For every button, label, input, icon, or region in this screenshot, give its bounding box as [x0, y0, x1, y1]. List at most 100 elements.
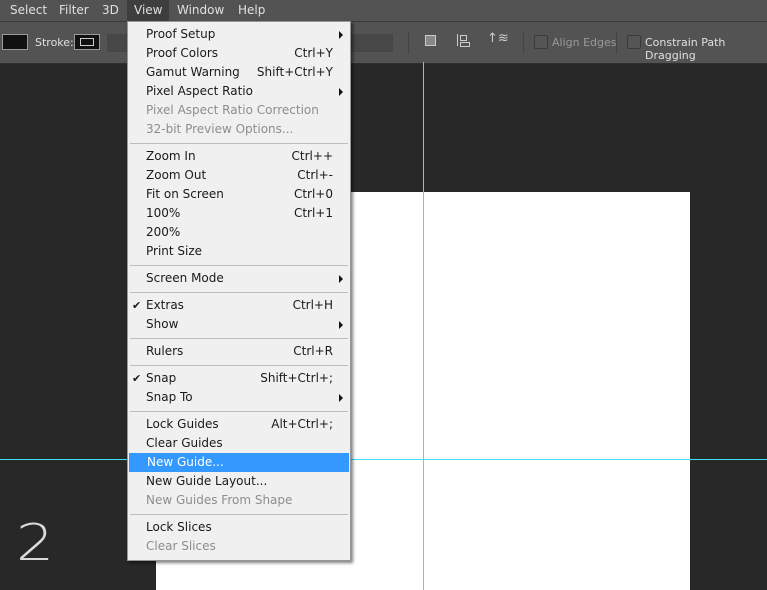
- menu-item-label: 32-bit Preview Options...: [146, 122, 294, 136]
- menu-item-label: New Guide Layout...: [146, 474, 268, 488]
- submenu-arrow-icon: [339, 31, 343, 39]
- menu-item-label: Extras: [146, 298, 184, 312]
- submenu-arrow-icon: [339, 275, 343, 283]
- menu-item-snap[interactable]: Snap Shift+Ctrl+; ✔: [128, 369, 350, 388]
- menu-item-new-guides-from-shape: New Guides From Shape: [128, 491, 350, 510]
- menu-item-fit-on-screen[interactable]: Fit on Screen Ctrl+0: [128, 185, 350, 204]
- menu-item-pixel-aspect-ratio-correction: Pixel Aspect Ratio Correction: [128, 101, 350, 120]
- menu-help[interactable]: Help: [238, 3, 265, 17]
- menu-item-label: Fit on Screen: [146, 187, 224, 201]
- menu-item-label: Zoom In: [146, 149, 196, 163]
- menu-item-label: Snap To: [146, 390, 193, 404]
- shortcut-label: Ctrl+Y: [294, 46, 333, 60]
- menu-bar: Select Filter 3D View Window Help: [0, 0, 767, 21]
- menu-filter[interactable]: Filter: [59, 3, 89, 17]
- stroke-swatch[interactable]: [74, 34, 100, 50]
- menu-item-label: Pixel Aspect Ratio: [146, 84, 253, 98]
- menu-item-label: New Guide...: [147, 455, 224, 469]
- menu-item-pixel-aspect-ratio[interactable]: Pixel Aspect Ratio: [128, 82, 350, 101]
- menu-item-label: Proof Setup: [146, 27, 216, 41]
- menu-item-clear-guides[interactable]: Clear Guides: [128, 434, 350, 453]
- path-alignment-icon[interactable]: [457, 34, 470, 47]
- menu-item-label: 200%: [146, 225, 181, 239]
- shortcut-label: Ctrl+1: [293, 206, 333, 220]
- menu-item-print-size[interactable]: Print Size: [128, 242, 350, 261]
- menu-view[interactable]: View: [127, 0, 170, 21]
- submenu-arrow-icon: [339, 394, 343, 402]
- menu-item-gamut-warning[interactable]: Gamut Warning Shift+Ctrl+Y: [128, 63, 350, 82]
- menu-separator: [130, 365, 348, 366]
- menu-item-zoom-in[interactable]: Zoom In Ctrl++: [128, 147, 350, 166]
- menu-item-label: Show: [146, 317, 179, 331]
- menu-item-label: Rulers: [146, 344, 184, 358]
- constrain-path-checkbox[interactable]: [627, 35, 641, 49]
- stroke-label: Stroke:: [35, 36, 74, 49]
- path-operations-icon[interactable]: [425, 35, 436, 46]
- constrain-path-label: Constrain Path Dragging: [645, 36, 726, 62]
- menu-item-label: Clear Guides: [146, 436, 223, 450]
- divider: [616, 32, 617, 54]
- menu-item-show[interactable]: Show: [128, 315, 350, 334]
- menu-window[interactable]: Window: [177, 3, 224, 17]
- menu-item-label: Screen Mode: [146, 271, 224, 285]
- menu-item-label: Lock Slices: [146, 520, 212, 534]
- shortcut-label: Ctrl++: [291, 149, 333, 163]
- shortcut-label: Ctrl+R: [293, 344, 333, 358]
- step-number: 2: [16, 513, 55, 573]
- divider: [523, 32, 524, 54]
- options-bar: Stroke: ↑≋ Align Edges Constrain Path Dr…: [0, 21, 767, 64]
- horizontal-guide[interactable]: [0, 459, 767, 460]
- menu-item-proof-colors[interactable]: Proof Colors Ctrl+Y: [128, 44, 350, 63]
- menu-item-extras[interactable]: Extras Ctrl+H ✔: [128, 296, 350, 315]
- menu-item-lock-slices[interactable]: Lock Slices: [128, 518, 350, 537]
- menu-3d[interactable]: 3D: [102, 3, 119, 17]
- menu-separator: [130, 338, 348, 339]
- menu-item-label: Print Size: [146, 244, 203, 258]
- menu-item-label: Lock Guides: [146, 417, 219, 431]
- menu-select[interactable]: Select: [10, 3, 47, 17]
- menu-item-label: Zoom Out: [146, 168, 207, 182]
- divider: [408, 32, 409, 54]
- menu-item-32-bit-preview-options: 32-bit Preview Options...: [128, 120, 350, 139]
- shortcut-label: Ctrl+H: [292, 298, 333, 312]
- align-edges-label: Align Edges: [552, 36, 617, 49]
- align-edges-checkbox[interactable]: [534, 35, 548, 49]
- fill-swatch[interactable]: [2, 34, 28, 50]
- menu-item-label: Snap: [146, 371, 177, 385]
- menu-item-label: Pixel Aspect Ratio Correction: [146, 103, 319, 117]
- menu-item-new-guide[interactable]: New Guide...: [129, 453, 349, 472]
- shortcut-label: Alt+Ctrl+;: [271, 417, 333, 431]
- menu-item-label: 100%: [146, 206, 181, 220]
- menu-item-label: Gamut Warning: [146, 65, 240, 79]
- menu-item-snap-to[interactable]: Snap To: [128, 388, 350, 407]
- checkmark-icon: ✔: [132, 372, 142, 385]
- menu-item-zoom-out[interactable]: Zoom Out Ctrl+-: [128, 166, 350, 185]
- shortcut-label: Shift+Ctrl+;: [260, 371, 333, 385]
- menu-item-clear-slices: Clear Slices: [128, 537, 350, 556]
- menu-item-new-guide-layout[interactable]: New Guide Layout...: [128, 472, 350, 491]
- menu-separator: [130, 411, 348, 412]
- view-menu-dropdown: Proof Setup Proof Colors Ctrl+Y Gamut Warni…: [127, 21, 351, 561]
- menu-separator: [130, 292, 348, 293]
- menu-item-rulers[interactable]: Rulers Ctrl+R: [128, 342, 350, 361]
- menu-item-100[interactable]: 100% Ctrl+1: [128, 204, 350, 223]
- shortcut-label: Ctrl+0: [293, 187, 333, 201]
- menu-separator: [130, 265, 348, 266]
- checkmark-icon: ✔: [132, 299, 142, 312]
- menu-item-label: New Guides From Shape: [146, 493, 293, 507]
- stroke-width-field[interactable]: [107, 34, 127, 52]
- menu-separator: [130, 514, 348, 515]
- submenu-arrow-icon: [339, 321, 343, 329]
- menu-item-200[interactable]: 200%: [128, 223, 350, 242]
- menu-item-label: Clear Slices: [146, 539, 216, 553]
- shortcut-label: Shift+Ctrl+Y: [256, 65, 333, 79]
- menu-separator: [130, 143, 348, 144]
- path-arrangement-icon[interactable]: ↑≋: [487, 31, 509, 46]
- menu-item-lock-guides[interactable]: Lock Guides Alt+Ctrl+;: [128, 415, 350, 434]
- menu-item-screen-mode[interactable]: Screen Mode: [128, 269, 350, 288]
- vertical-guide[interactable]: [423, 62, 424, 590]
- height-field[interactable]: [350, 34, 393, 52]
- menu-item-label: Proof Colors: [146, 46, 218, 60]
- menu-item-proof-setup[interactable]: Proof Setup: [128, 25, 350, 44]
- submenu-arrow-icon: [339, 88, 343, 96]
